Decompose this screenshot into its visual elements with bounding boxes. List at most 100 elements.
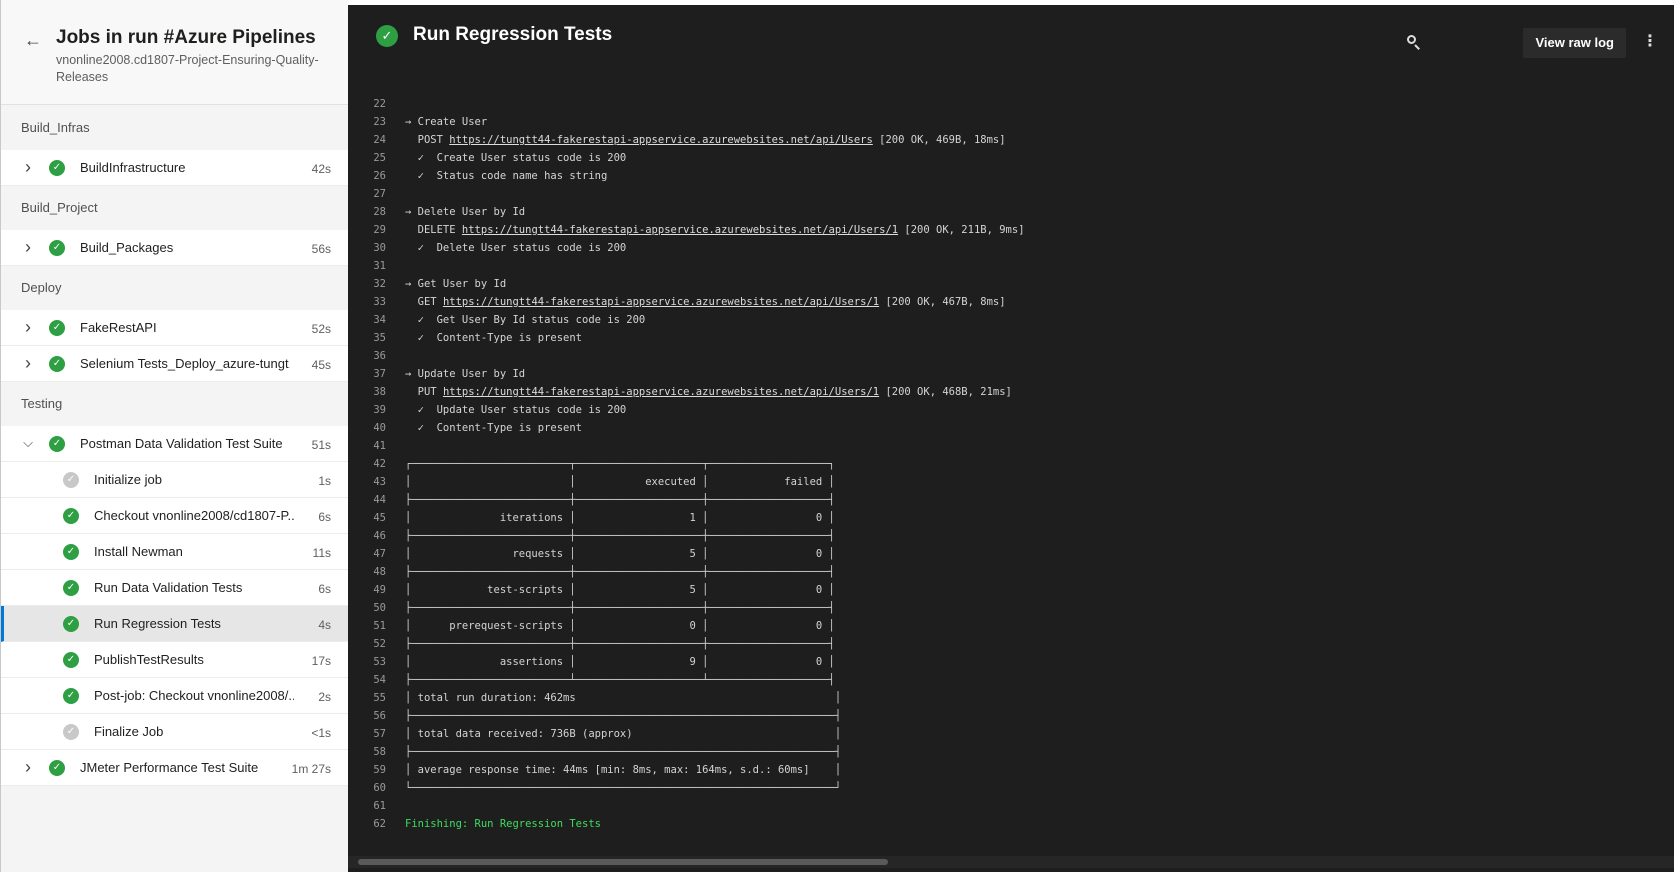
step-name: Initialize job xyxy=(94,472,162,487)
chevron-right-icon[interactable]: › xyxy=(21,238,35,256)
request-url-link[interactable]: https://tungtt44-fakerestapi-appservice.… xyxy=(443,386,879,398)
log-line: 31 xyxy=(348,257,1674,275)
line-number: 61 xyxy=(373,800,386,812)
line-number: 60 xyxy=(373,782,386,794)
check-circle-icon: ✓ xyxy=(49,240,65,256)
step-row[interactable]: ✓ PublishTestResults 17s xyxy=(1,642,349,678)
log-line: 29 DELETE https://tungtt44-fakerestapi-a… xyxy=(348,221,1674,239)
line-number: 51 xyxy=(373,620,386,632)
job-name: Postman Data Validation Test Suite xyxy=(80,436,283,451)
job-row[interactable]: › ✓ Selenium Tests_Deploy_azure-tungt... 45… xyxy=(1,346,349,382)
chevron-right-icon[interactable]: › xyxy=(21,354,35,372)
step-duration: 6s xyxy=(318,582,331,596)
job-row[interactable]: ⌵ ✓ Postman Data Validation Test Suite 51s xyxy=(1,426,349,462)
chevron-right-icon[interactable]: › xyxy=(21,158,35,176)
request-url-link[interactable]: https://tungtt44-fakerestapi-appservice.… xyxy=(443,296,879,308)
request-url-link[interactable]: https://tungtt44-fakerestapi-appservice.… xyxy=(449,134,873,146)
chevron-right-icon[interactable]: › xyxy=(21,318,35,336)
line-text: │ average response time: 44ms [min: 8ms,… xyxy=(405,764,842,776)
log-line: 44 ├─────────────────────────┼───────────… xyxy=(348,491,1674,509)
line-text: GET https://tungtt44-fakerestapi-appserv… xyxy=(405,293,1006,311)
line-number: 42 xyxy=(373,458,386,470)
line-number: 59 xyxy=(373,764,386,776)
line-number: 36 xyxy=(373,350,386,362)
log-line: 38 PUT https://tungtt44-fakerestapi-apps… xyxy=(348,383,1674,401)
log-line: 48 ├─────────────────────────┼───────────… xyxy=(348,563,1674,581)
line-number: 23 xyxy=(373,116,386,128)
log-line: 46 ├─────────────────────────┼───────────… xyxy=(348,527,1674,545)
step-row[interactable]: ✓ Run Regression Tests 4s xyxy=(1,606,349,642)
job-duration: 56s xyxy=(311,242,331,256)
line-number: 48 xyxy=(373,566,386,578)
search-icon[interactable] xyxy=(1404,33,1424,53)
log-line: 45 │ iterations │ 1 │ 0 │ xyxy=(348,509,1674,527)
log-panel-top-border xyxy=(348,0,1674,5)
line-text: │ prerequest-scripts │ 0 │ 0 │ xyxy=(405,620,835,632)
log-line: 62 Finishing: Run Regression Tests xyxy=(348,815,1674,833)
step-duration: 1s xyxy=(318,474,331,488)
line-response: [200 OK, 211B, 9ms] xyxy=(898,224,1025,236)
line-text: → Delete User by Id xyxy=(405,206,526,218)
line-response: [200 OK, 467B, 8ms] xyxy=(879,296,1006,308)
line-number: 35 xyxy=(373,332,386,344)
line-text: ✓ Status code name has string xyxy=(405,170,608,182)
job-list: Build_Infras › ✓ BuildInfrastructure 42s Buil… xyxy=(1,106,349,786)
line-number: 37 xyxy=(373,368,386,380)
log-title: Run Regression Tests xyxy=(413,24,613,45)
line-text: Finishing: Run Regression Tests xyxy=(405,818,601,830)
line-number: 40 xyxy=(373,422,386,434)
log-line: 30 ✓ Delete User status code is 200 xyxy=(348,239,1674,257)
job-name: Build_Packages xyxy=(80,240,174,255)
line-number: 57 xyxy=(373,728,386,740)
line-text: │ assertions │ 9 │ 0 │ xyxy=(405,656,835,668)
log-line: 54 ├─────────────────────────┴───────────… xyxy=(348,671,1674,689)
step-row[interactable]: ✓ Install Newman 11s xyxy=(1,534,349,570)
line-text: │ iterations │ 1 │ 0 │ xyxy=(405,512,835,524)
log-line: 23 → Create User xyxy=(348,113,1674,131)
line-number: 30 xyxy=(373,242,386,254)
log-output: 22 23 → Create User 24 POST https://tungtt4… xyxy=(348,95,1674,855)
step-duration: 4s xyxy=(318,618,331,632)
line-method: DELETE xyxy=(405,224,462,236)
line-number: 34 xyxy=(373,314,386,326)
line-text: ├─────────────────────────┼─────────────… xyxy=(405,638,835,650)
line-number: 24 xyxy=(373,134,386,146)
arrow-left-icon[interactable]: ← xyxy=(23,30,43,50)
job-name: Selenium Tests_Deploy_azure-tungt... xyxy=(80,356,290,371)
step-row[interactable]: ✓ Post-job: Checkout vnonline2008/... 2s xyxy=(1,678,349,714)
jobs-panel-header: ← Jobs in run #Azure Pipelines vnonline2… xyxy=(1,0,349,105)
log-line: 61 xyxy=(348,797,1674,815)
job-row[interactable]: › ✓ JMeter Performance Test Suite 1m 27s xyxy=(1,750,349,786)
line-text: DELETE https://tungtt44-fakerestapi-apps… xyxy=(405,221,1025,239)
check-circle-icon: ✓ xyxy=(63,544,79,560)
log-line: 39 ✓ Update User status code is 200 xyxy=(348,401,1674,419)
job-name: BuildInfrastructure xyxy=(80,160,186,175)
request-url-link[interactable]: https://tungtt44-fakerestapi-appservice.… xyxy=(462,224,898,236)
line-text: │ │ executed │ failed │ xyxy=(405,476,835,488)
line-number: 55 xyxy=(373,692,386,704)
check-circle-icon: ✓ xyxy=(63,652,79,668)
chevron-down-icon[interactable]: ⌵ xyxy=(21,436,35,450)
step-row[interactable]: ✓ Run Data Validation Tests 6s xyxy=(1,570,349,606)
line-number: 28 xyxy=(373,206,386,218)
page-title: Jobs in run #Azure Pipelines xyxy=(56,27,316,48)
log-line: 33 GET https://tungtt44-fakerestapi-apps… xyxy=(348,293,1674,311)
log-line: 32 → Get User by Id xyxy=(348,275,1674,293)
step-row[interactable]: ✓ Finalize Job <1s xyxy=(1,714,349,750)
job-row[interactable]: › ✓ Build_Packages 56s xyxy=(1,230,349,266)
line-text: │ total run duration: 462ms │ xyxy=(405,692,842,704)
log-line: 57 │ total data received: 736B (approx) │ xyxy=(348,725,1674,743)
line-number: 54 xyxy=(373,674,386,686)
job-row[interactable]: › ✓ BuildInfrastructure 42s xyxy=(1,150,349,186)
line-text: │ test-scripts │ 5 │ 0 │ xyxy=(405,584,835,596)
job-row[interactable]: › ✓ FakeRestAPI 52s xyxy=(1,310,349,346)
chevron-right-icon[interactable]: › xyxy=(21,758,35,776)
job-duration: 45s xyxy=(311,358,331,372)
step-name: Checkout vnonline2008/cd1807-P... xyxy=(94,508,294,523)
step-row[interactable]: ✓ Initialize job 1s xyxy=(1,462,349,498)
more-vertical-icon[interactable]: ⋮ xyxy=(1642,30,1658,54)
view-raw-log-button[interactable]: View raw log xyxy=(1523,28,1626,58)
line-number: 27 xyxy=(373,188,386,200)
step-row[interactable]: ✓ Checkout vnonline2008/cd1807-P... 6s xyxy=(1,498,349,534)
horizontal-scrollbar-thumb[interactable] xyxy=(358,859,888,865)
